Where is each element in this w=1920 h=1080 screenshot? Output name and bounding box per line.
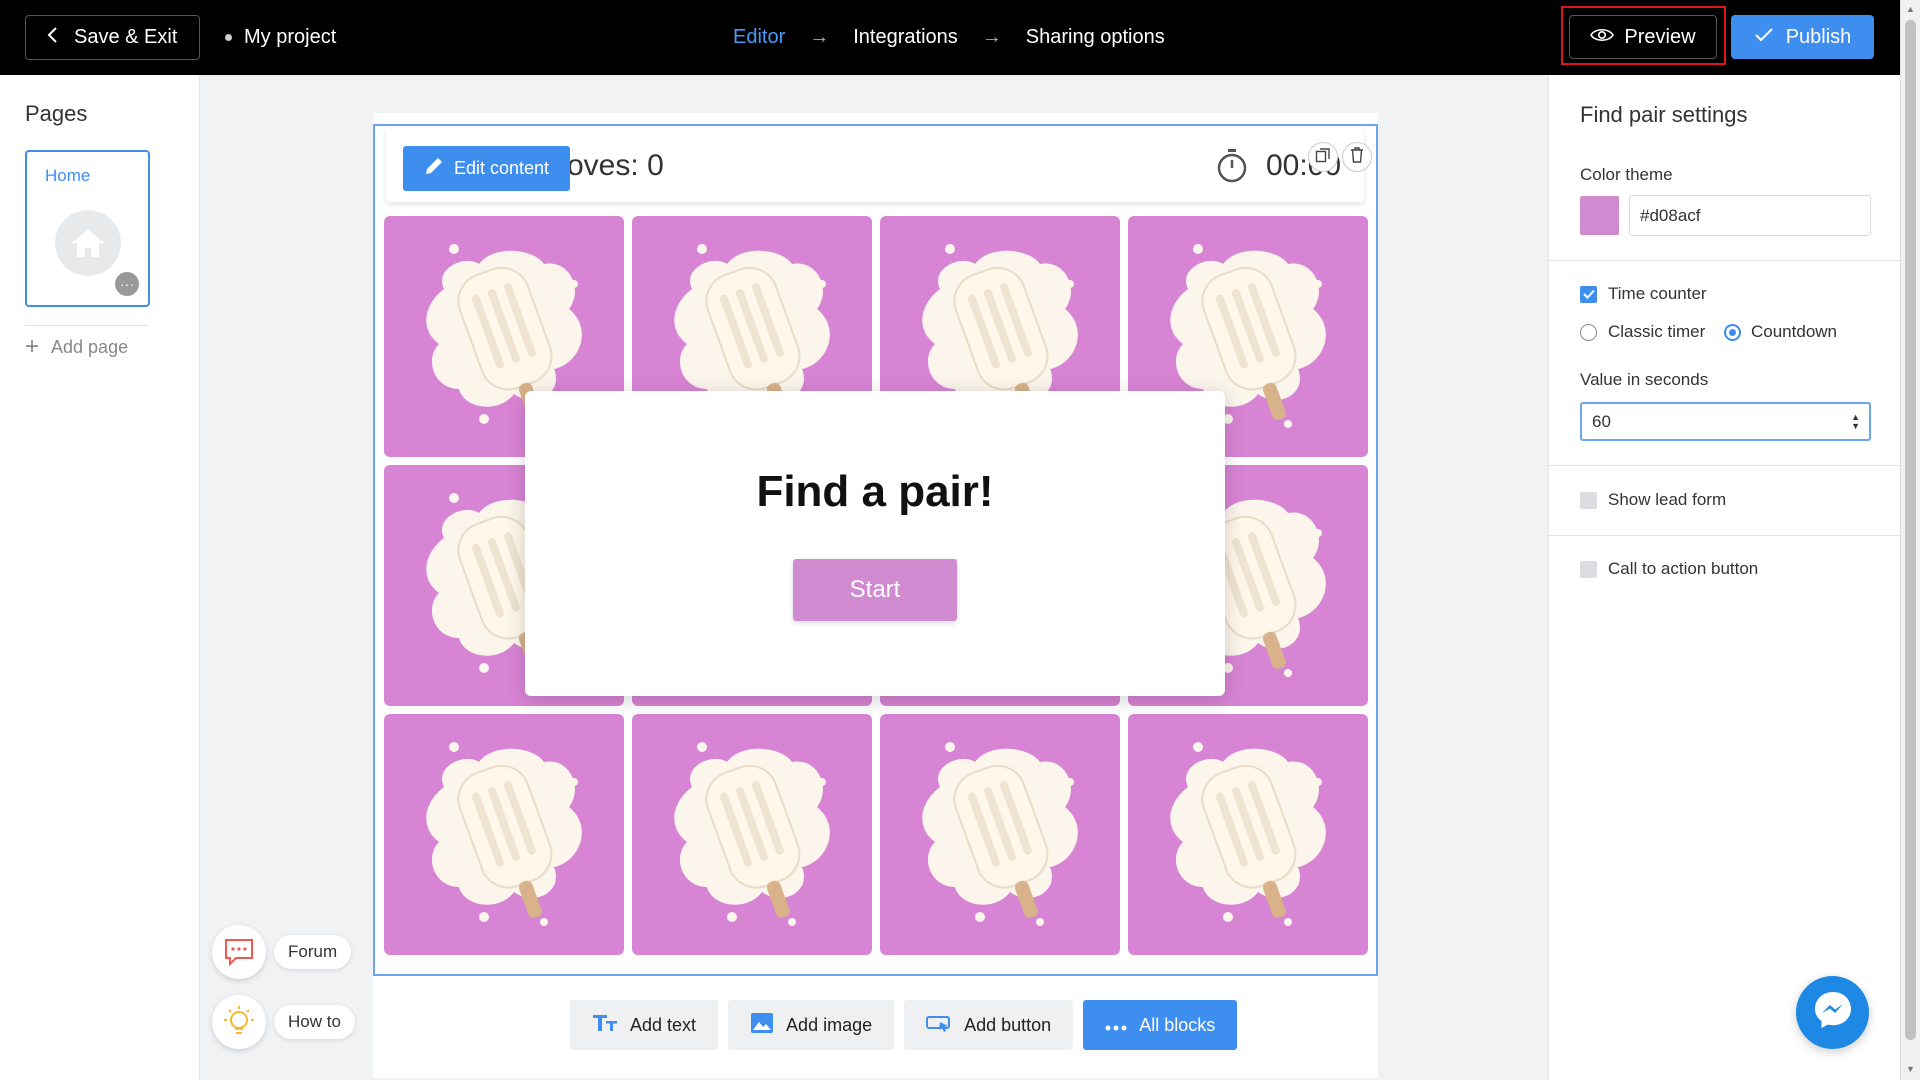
copy-icon: [1315, 147, 1331, 168]
popsicle-image: [900, 727, 1100, 942]
step-integrations[interactable]: Integrations: [853, 26, 958, 49]
add-text-button[interactable]: Add text: [570, 1000, 719, 1050]
unsaved-dot-icon: [225, 34, 232, 41]
moves-label: oves:: [567, 149, 639, 182]
all-blocks-label: All blocks: [1139, 1014, 1216, 1035]
messenger-chat-button[interactable]: [1796, 976, 1869, 1049]
delete-block-button[interactable]: [1342, 142, 1372, 172]
project-name-label: My project: [244, 26, 337, 48]
show-lead-form-checkbox[interactable]: [1580, 492, 1597, 509]
cta-button-label: Call to action button: [1608, 559, 1759, 578]
forum-widget[interactable]: Forum: [212, 925, 352, 979]
publish-button[interactable]: Publish: [1731, 15, 1874, 59]
start-modal: Find a pair! Start: [525, 391, 1225, 696]
start-button[interactable]: Start: [793, 559, 957, 621]
countdown-radio[interactable]: [1724, 324, 1741, 341]
check-icon: [1582, 286, 1595, 304]
chevron-left-icon: [46, 26, 58, 50]
home-icon: [55, 210, 121, 276]
divider: [1549, 535, 1901, 536]
modal-title: Find a pair!: [756, 467, 994, 516]
forum-label: Forum: [274, 935, 352, 969]
divider: [1549, 260, 1901, 261]
plus-icon: +: [25, 333, 40, 360]
value-seconds-input[interactable]: 60 ▲ ▼: [1580, 402, 1871, 441]
add-text-label: Add text: [630, 1014, 697, 1035]
pages-title: Pages: [25, 101, 88, 126]
memory-card[interactable]: [384, 714, 624, 955]
preview-button[interactable]: Preview: [1569, 15, 1717, 59]
publish-label: Publish: [1785, 25, 1852, 48]
page-scrollbar[interactable]: ▲ ▼: [1900, 0, 1920, 1080]
pages-panel: Pages Home ··· + Add page: [0, 75, 200, 1080]
save-exit-button[interactable]: Save & Exit: [25, 15, 200, 60]
how-to-widget[interactable]: How to: [212, 995, 355, 1049]
add-button-label: Add button: [964, 1014, 1052, 1035]
time-counter-checkbox[interactable]: [1580, 286, 1597, 303]
step-editor[interactable]: Editor: [733, 26, 785, 49]
stopwatch-icon: [1216, 148, 1248, 189]
settings-title: Find pair settings: [1580, 102, 1748, 127]
scroll-down-icon[interactable]: ▼: [1906, 1064, 1915, 1074]
classic-timer-label: Classic timer: [1608, 322, 1706, 341]
settings-panel: Find pair settings Color theme #d08acf T…: [1548, 75, 1901, 1080]
page-card-home[interactable]: Home ···: [25, 150, 150, 307]
add-block-toolbar: Add text Add image Add button All blocks: [570, 1000, 1238, 1050]
button-icon: [926, 1014, 952, 1037]
time-counter-label: Time counter: [1608, 284, 1707, 303]
show-lead-form-label: Show lead form: [1608, 490, 1727, 509]
value-seconds-value: 60: [1592, 411, 1611, 431]
text-icon: [592, 1013, 618, 1038]
divider: [1549, 465, 1901, 466]
project-name[interactable]: My project: [225, 15, 336, 60]
chat-icon: [212, 925, 266, 979]
add-page-button[interactable]: + Add page: [25, 333, 128, 361]
trash-icon: [1350, 146, 1364, 168]
step-sharing-options[interactable]: Sharing options: [1026, 26, 1165, 49]
how-to-label: How to: [274, 1005, 355, 1039]
divider: [25, 325, 148, 326]
cta-button-checkbox[interactable]: [1580, 561, 1597, 578]
countdown-label: Countdown: [1751, 322, 1838, 341]
edit-content-label: Edit content: [453, 158, 550, 178]
pencil-icon: [424, 156, 444, 181]
moves-counter: oves: 0: [567, 149, 664, 183]
more-options-icon[interactable]: ···: [115, 272, 139, 296]
add-image-button[interactable]: Add image: [728, 1000, 895, 1050]
add-image-label: Add image: [786, 1014, 873, 1035]
color-theme-label: Color theme: [1580, 165, 1673, 184]
add-button-button[interactable]: Add button: [904, 1000, 1074, 1050]
color-theme-input[interactable]: #d08acf: [1629, 195, 1871, 236]
edit-content-button[interactable]: Edit content: [403, 146, 570, 191]
arrow-right-icon: →: [809, 26, 830, 48]
duplicate-block-button[interactable]: [1308, 142, 1338, 172]
memory-card[interactable]: [880, 714, 1120, 955]
all-blocks-button[interactable]: All blocks: [1083, 1000, 1238, 1050]
messenger-icon: [1812, 989, 1854, 1036]
memory-card[interactable]: [632, 714, 872, 955]
scroll-thumb[interactable]: [1905, 20, 1916, 1040]
add-page-label: Add page: [51, 336, 129, 357]
eye-icon: [1590, 26, 1615, 49]
ellipsis-icon: [1105, 1015, 1127, 1036]
classic-timer-radio[interactable]: [1580, 324, 1597, 341]
preview-label: Preview: [1624, 25, 1696, 48]
check-icon: [1754, 26, 1774, 49]
save-exit-label: Save & Exit: [74, 26, 178, 48]
popsicle-image: [652, 727, 852, 942]
color-swatch[interactable]: [1580, 196, 1619, 235]
step-navigation: Editor → Integrations → Sharing options: [733, 15, 1165, 60]
scroll-up-icon[interactable]: ▲: [1906, 4, 1915, 14]
page-card-label: Home: [45, 166, 91, 185]
stepper-icon[interactable]: ▲ ▼: [1851, 413, 1860, 431]
popsicle-image: [404, 727, 604, 942]
popsicle-image: [1148, 727, 1348, 942]
value-seconds-label: Value in seconds: [1580, 370, 1709, 389]
moves-value: 0: [647, 149, 664, 182]
arrow-right-icon: →: [981, 26, 1002, 48]
lightbulb-icon: [212, 995, 266, 1049]
memory-card[interactable]: [1128, 714, 1368, 955]
image-icon: [750, 1012, 774, 1039]
